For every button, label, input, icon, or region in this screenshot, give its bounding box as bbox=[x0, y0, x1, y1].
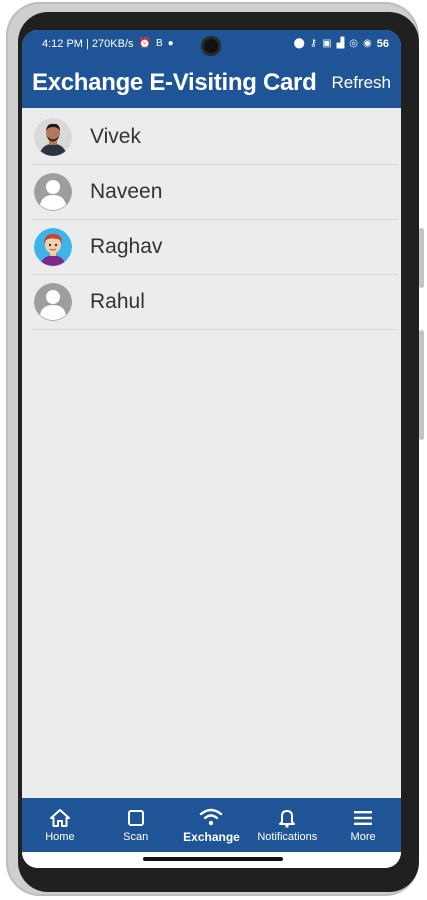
nav-label: Scan bbox=[123, 830, 149, 843]
battery-icon: ◉ bbox=[363, 38, 372, 49]
location-icon: ⬤ bbox=[293, 38, 305, 49]
key-icon: ⚷ bbox=[309, 38, 318, 49]
list-item[interactable]: Vivek bbox=[32, 110, 398, 165]
nav-exchange[interactable]: Exchange bbox=[174, 798, 250, 852]
bottom-nav: Home Scan Exchange Notifications More bbox=[22, 798, 401, 852]
app-header: Exchange E-Visiting Card Refresh bbox=[22, 58, 401, 108]
nav-label: More bbox=[350, 830, 376, 843]
refresh-button[interactable]: Refresh bbox=[331, 73, 391, 93]
front-camera bbox=[201, 36, 221, 56]
nav-scan[interactable]: Scan bbox=[98, 798, 174, 852]
contact-name: Raghav bbox=[90, 235, 163, 258]
nav-label: Exchange bbox=[183, 829, 240, 844]
contact-name: Rahul bbox=[90, 290, 145, 313]
home-gesture-bar[interactable] bbox=[143, 857, 283, 861]
cartoon-avatar-icon bbox=[34, 228, 72, 266]
bell-icon bbox=[278, 808, 296, 828]
nav-label: Notifications bbox=[257, 830, 318, 843]
battery-level: 56 bbox=[376, 38, 389, 50]
nav-home[interactable]: Home bbox=[22, 798, 98, 852]
notification-icon: ● bbox=[167, 38, 174, 49]
volume-button bbox=[419, 330, 424, 440]
power-button bbox=[419, 228, 424, 288]
signal-icon: ▟ bbox=[336, 38, 345, 49]
status-time: 4:12 PM | 270KB/s bbox=[42, 38, 134, 50]
home-icon bbox=[49, 808, 70, 828]
default-avatar-icon bbox=[34, 173, 72, 211]
contact-list: Vivek Naveen Raghav Rahul bbox=[32, 110, 398, 330]
wifi-icon bbox=[199, 807, 223, 827]
nav-more[interactable]: More bbox=[325, 798, 401, 852]
b-icon: B bbox=[155, 38, 163, 49]
photo-avatar-icon bbox=[34, 118, 72, 156]
list-item[interactable]: Naveen bbox=[32, 165, 398, 220]
list-item[interactable]: Raghav bbox=[32, 220, 398, 275]
nav-label: Home bbox=[45, 830, 75, 843]
volte-icon: ▣ bbox=[322, 38, 332, 49]
default-avatar-icon bbox=[34, 283, 72, 321]
hotspot-icon: ◎ bbox=[349, 38, 359, 49]
menu-icon bbox=[353, 808, 373, 828]
screen: 4:12 PM | 270KB/s ⏰ B ● ⬤ ⚷ ▣ ▟ ◎ ◉ 56 E… bbox=[22, 30, 401, 868]
scan-icon bbox=[127, 808, 145, 828]
contact-name: Vivek bbox=[90, 125, 141, 148]
alarm-icon: ⏰ bbox=[138, 38, 151, 49]
gesture-area bbox=[22, 852, 401, 868]
page-title: Exchange E-Visiting Card bbox=[32, 69, 317, 96]
list-item[interactable]: Rahul bbox=[32, 275, 398, 330]
nav-notifications[interactable]: Notifications bbox=[249, 798, 325, 852]
contact-name: Naveen bbox=[90, 180, 163, 203]
